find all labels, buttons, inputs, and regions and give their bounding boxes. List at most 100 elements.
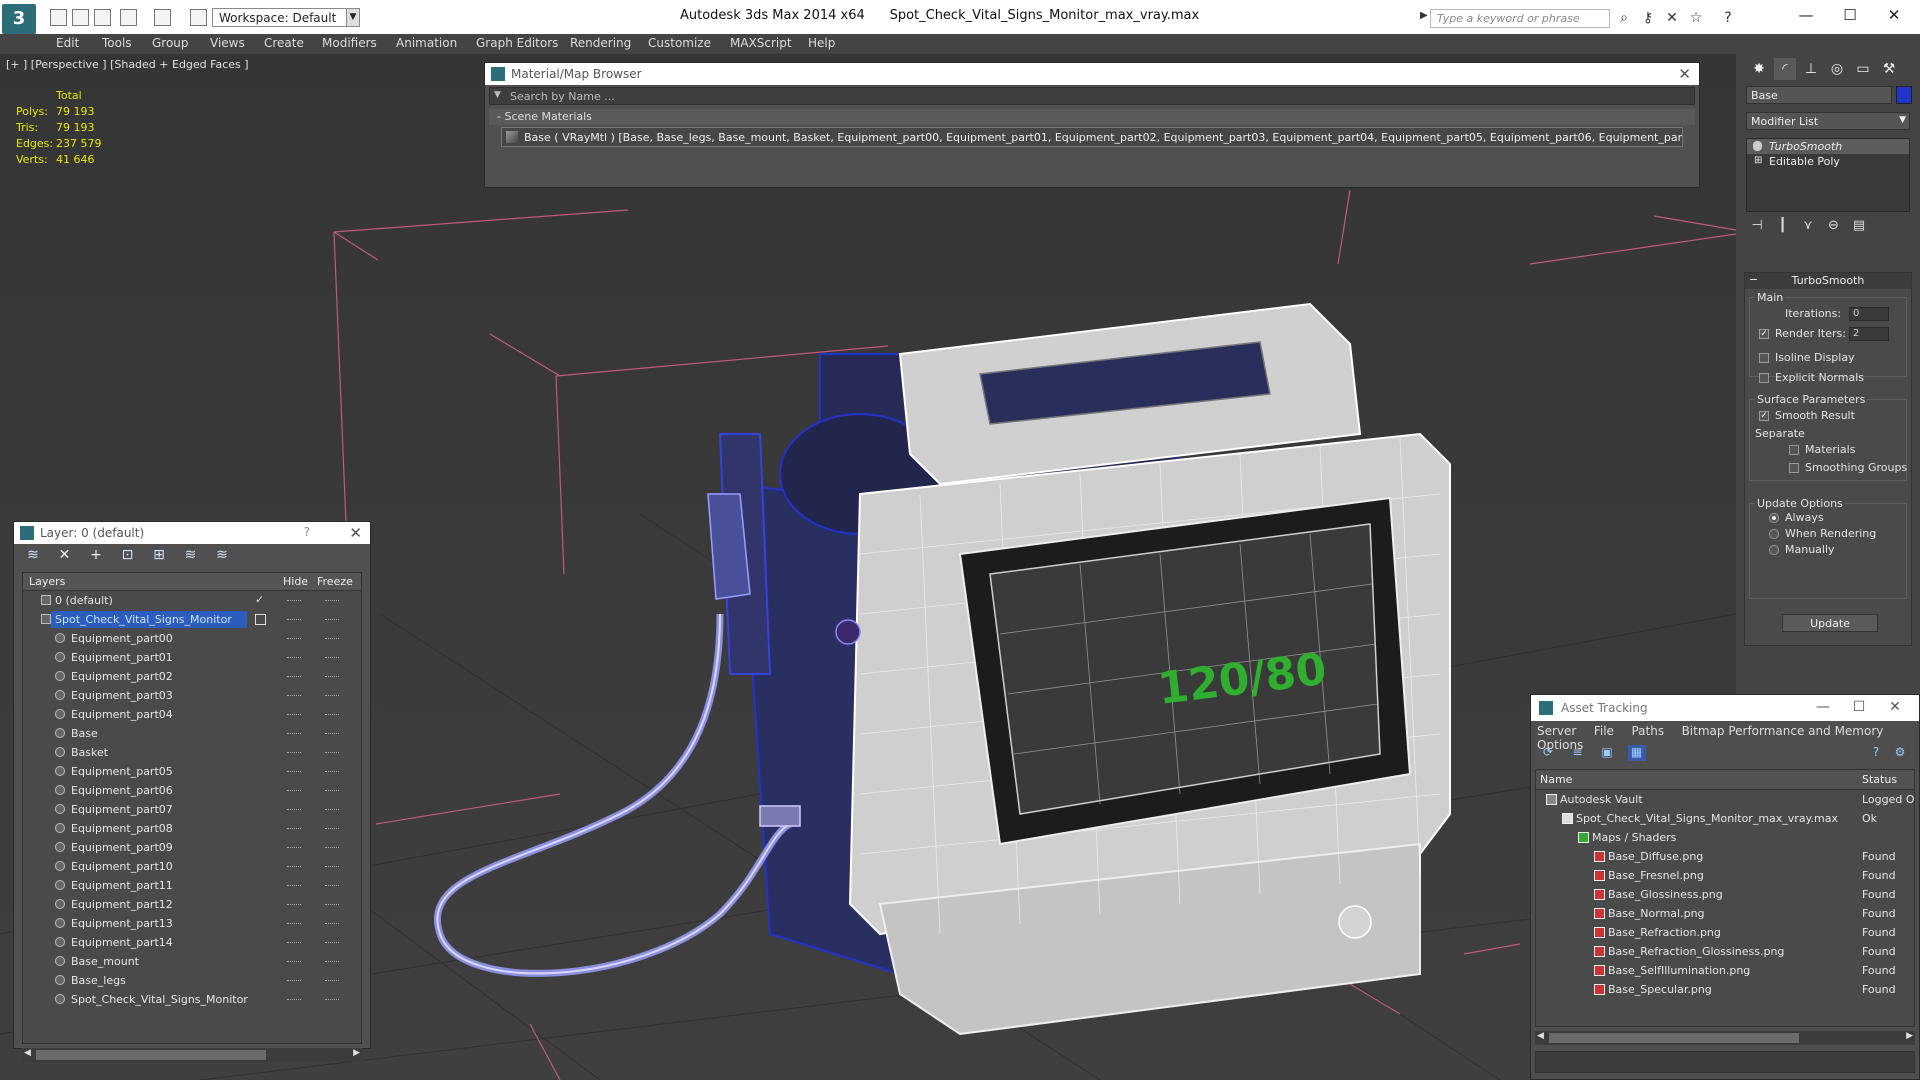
render-iters-spinner[interactable]: 2: [1849, 327, 1889, 341]
hide-toggle[interactable]: [287, 809, 301, 811]
hide-toggle[interactable]: [287, 752, 301, 754]
freeze-toggle[interactable]: [325, 695, 339, 697]
minimize-icon[interactable]: —: [1786, 4, 1826, 26]
stack-item-editable-poly[interactable]: ⊞ Editable Poly: [1747, 154, 1909, 169]
asset-row[interactable]: Maps / Shaders: [1536, 828, 1914, 847]
expand-plus-icon[interactable]: ⊞: [1754, 155, 1762, 166]
hide-toggle[interactable]: [287, 847, 301, 849]
add-to-layer-icon[interactable]: +: [85, 547, 107, 565]
current-layer-box[interactable]: [255, 614, 266, 625]
search-input[interactable]: Type a keyword or phrase: [1430, 9, 1610, 28]
lightbulb-icon[interactable]: [1753, 141, 1762, 151]
smoothing-groups-checkbox[interactable]: [1789, 463, 1799, 473]
layer-object-row[interactable]: Base_mount: [23, 952, 361, 971]
freeze-toggle[interactable]: [325, 733, 339, 735]
layer-manager-titlebar[interactable]: Layer: 0 (default) ? ✕: [14, 522, 370, 544]
hide-toggle[interactable]: [287, 790, 301, 792]
motion-tab-icon[interactable]: ◎: [1826, 58, 1848, 80]
freeze-toggle[interactable]: [325, 999, 339, 1001]
layer-object-row[interactable]: Equipment_part11: [23, 876, 361, 895]
asset-row[interactable]: Spot_Check_Vital_Signs_Monitor_max_vray.…: [1536, 809, 1914, 828]
horizontal-scrollbar[interactable]: ◀ ▶: [22, 1048, 362, 1062]
menu-customize[interactable]: Customize: [648, 36, 711, 50]
layer-object-row[interactable]: Equipment_part03: [23, 686, 361, 705]
hide-toggle[interactable]: [287, 999, 301, 1001]
hide-toggle[interactable]: [287, 600, 301, 602]
viewport-label[interactable]: [+ ] [Perspective ] [Shaded + Edged Face…: [6, 58, 249, 71]
menu-tools[interactable]: Tools: [102, 36, 132, 50]
layer-row-default[interactable]: 0 (default) ✓: [23, 591, 361, 610]
asset-row[interactable]: Base_Specular.png Found: [1536, 980, 1914, 999]
checkmark-icon[interactable]: ✓: [255, 593, 264, 606]
freeze-toggle[interactable]: [325, 980, 339, 982]
freeze-toggle[interactable]: [325, 809, 339, 811]
object-color-swatch[interactable]: [1896, 86, 1912, 104]
explicit-normals-checkbox[interactable]: [1759, 373, 1769, 383]
create-layer-icon[interactable]: ≋: [22, 547, 44, 565]
layer-object-row[interactable]: Base: [23, 724, 361, 743]
column-status[interactable]: Status: [1862, 773, 1897, 786]
asset-row[interactable]: Base_Refraction.png Found: [1536, 923, 1914, 942]
asset-row[interactable]: Base_SelfIllumination.png Found: [1536, 961, 1914, 980]
asset-row[interactable]: Autodesk Vault Logged O: [1536, 790, 1914, 809]
exchange-icon[interactable]: ✕: [1664, 10, 1680, 26]
rollout-header[interactable]: − TurboSmooth: [1745, 273, 1911, 289]
close-icon[interactable]: ✕: [1678, 65, 1691, 83]
table-view-icon[interactable]: ▦: [1627, 745, 1646, 761]
hide-toggle[interactable]: [287, 904, 301, 906]
asset-row[interactable]: Base_Diffuse.png Found: [1536, 847, 1914, 866]
freeze-toggle[interactable]: [325, 752, 339, 754]
chevron-down-icon[interactable]: ▼: [346, 8, 360, 27]
hide-toggle[interactable]: [287, 980, 301, 982]
layer-object-row[interactable]: Equipment_part04: [23, 705, 361, 724]
maximize-icon[interactable]: ☐: [1843, 699, 1875, 715]
asset-menu-server[interactable]: Server: [1537, 724, 1576, 738]
freeze-toggle[interactable]: [325, 923, 339, 925]
menu-rendering[interactable]: Rendering: [570, 36, 631, 50]
freeze-toggle[interactable]: [325, 942, 339, 944]
new-file-icon[interactable]: [50, 9, 67, 26]
material-browser-titlebar[interactable]: Material/Map Browser ✕: [485, 63, 1699, 85]
asset-row[interactable]: Base_Fresnel.png Found: [1536, 866, 1914, 885]
menu-maxscript[interactable]: MAXScript: [730, 36, 792, 50]
hide-toggle[interactable]: [287, 638, 301, 640]
hide-toggle[interactable]: [287, 695, 301, 697]
manually-radio[interactable]: [1769, 545, 1779, 555]
chevron-down-icon[interactable]: ▼: [1899, 115, 1906, 125]
layer-object-row[interactable]: Basket: [23, 743, 361, 762]
project-folder-icon[interactable]: [190, 9, 207, 26]
freeze-toggle[interactable]: [325, 619, 339, 621]
workspace-dropdown[interactable]: Workspace: Default: [212, 8, 358, 27]
chevron-right-icon[interactable]: ▶: [1420, 10, 1428, 21]
utilities-tab-icon[interactable]: ⚒: [1878, 58, 1900, 80]
asset-tracking-titlebar[interactable]: Asset Tracking — ☐ ✕: [1531, 695, 1919, 721]
layer-object-row[interactable]: Equipment_part01: [23, 648, 361, 667]
create-tab-icon[interactable]: ✸: [1748, 58, 1770, 80]
freeze-toggle[interactable]: [325, 638, 339, 640]
asset-menu-paths[interactable]: Paths: [1631, 724, 1664, 738]
refresh-icon[interactable]: ⟳: [1539, 745, 1557, 761]
freeze-toggle[interactable]: [325, 885, 339, 887]
settings-icon[interactable]: ⚙: [1891, 745, 1909, 761]
when-rendering-radio[interactable]: [1769, 529, 1779, 539]
layer-object-row[interactable]: Equipment_part13: [23, 914, 361, 933]
layer-object-row[interactable]: Equipment_part10: [23, 857, 361, 876]
menu-modifiers[interactable]: Modifiers: [322, 36, 377, 50]
hide-toggle[interactable]: [287, 771, 301, 773]
make-unique-icon[interactable]: ⋎: [1797, 218, 1819, 233]
chevron-left-icon[interactable]: ◀: [1537, 1031, 1544, 1041]
layer-object-row[interactable]: Equipment_part12: [23, 895, 361, 914]
maximize-icon[interactable]: ☐: [1830, 4, 1870, 26]
asset-row[interactable]: Base_Glossiness.png Found: [1536, 885, 1914, 904]
show-end-result-icon[interactable]: ┃: [1772, 218, 1794, 233]
smooth-result-checkbox[interactable]: ✓: [1759, 411, 1769, 421]
open-file-icon[interactable]: [72, 9, 89, 26]
close-icon[interactable]: ✕: [349, 524, 362, 542]
layer-object-row[interactable]: Equipment_part14: [23, 933, 361, 952]
chevron-down-icon[interactable]: ▼: [494, 90, 501, 100]
scrollbar-thumb[interactable]: [1549, 1033, 1799, 1043]
scrollbar-thumb[interactable]: [36, 1050, 266, 1060]
always-radio[interactable]: [1769, 513, 1779, 523]
hide-toggle[interactable]: [287, 942, 301, 944]
freeze-toggle[interactable]: [325, 961, 339, 963]
